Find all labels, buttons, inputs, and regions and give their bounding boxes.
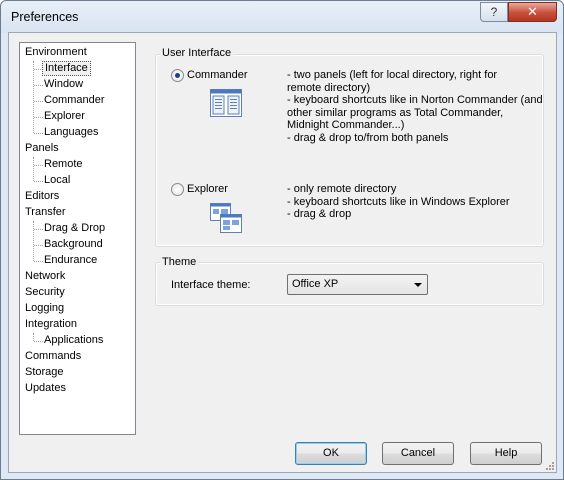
commander-description: - two panels (left for local directory, …: [287, 69, 543, 144]
interface-theme-label: Interface theme:: [171, 279, 251, 291]
tree-item-logging[interactable]: Logging: [23, 301, 66, 316]
description-line: - two panels (left for local directory, …: [287, 69, 498, 81]
tree-item-storage[interactable]: Storage: [23, 365, 66, 380]
window-title: Preferences: [11, 10, 79, 24]
tree-guide-line: [33, 157, 34, 181]
explorer-radio-label: Explorer: [187, 183, 228, 195]
description-line: - only remote directory: [287, 183, 397, 195]
tree-item-updates[interactable]: Updates: [23, 381, 68, 396]
description-line: Midnight Commander...): [287, 119, 405, 131]
commander-radio-label: Commander: [187, 69, 248, 81]
explorer-layout-icon: [210, 203, 242, 236]
ok-button[interactable]: OK: [295, 442, 367, 465]
tree-item-remote[interactable]: Remote: [42, 157, 85, 172]
chevron-down-icon: [414, 283, 422, 287]
description-line: - drag & drop: [287, 208, 352, 220]
interface-theme-dropdown[interactable]: Office XP: [287, 274, 428, 295]
tree-item-commander[interactable]: Commander: [42, 93, 107, 108]
description-line: other similar programs as Total Commande…: [287, 106, 504, 119]
cancel-button[interactable]: Cancel: [382, 442, 454, 465]
tree-guide-line: [33, 221, 34, 261]
tree-item-integration[interactable]: Integration: [23, 317, 79, 332]
tree-item-background[interactable]: Background: [42, 237, 105, 252]
tree-item-endurance[interactable]: Endurance: [42, 253, 99, 268]
explorer-description: - only remote directory - keyboard shortc…: [287, 183, 510, 221]
tree-item-local[interactable]: Local: [42, 173, 72, 188]
tree-item-security[interactable]: Security: [23, 285, 67, 300]
preferences-tree[interactable]: Environment Interface Window Commander Explo…: [19, 42, 136, 435]
dialog-client-area: Environment Interface Window Commander Explo…: [8, 32, 557, 473]
tree-item-interface[interactable]: Interface: [42, 61, 91, 76]
description-line: remote directory): [287, 81, 371, 94]
tree-item-transfer[interactable]: Transfer: [23, 205, 68, 220]
user-interface-group-label: User Interface: [160, 47, 234, 59]
description-line: - drag & drop to/from both panels: [287, 131, 449, 144]
commander-layout-icon: [210, 89, 242, 120]
close-icon: ✕: [527, 4, 538, 19]
help-button[interactable]: Help: [470, 442, 542, 465]
tree-item-drag-drop[interactable]: Drag & Drop: [42, 221, 107, 236]
tree-item-environment[interactable]: Environment: [23, 45, 89, 60]
explorer-radio[interactable]: [171, 183, 184, 196]
commander-radio-option[interactable]: Commander: [171, 68, 271, 84]
tree-item-commands[interactable]: Commands: [23, 349, 83, 364]
tree-item-applications[interactable]: Applications: [42, 333, 105, 348]
title-bar[interactable]: Preferences ? ✕: [1, 1, 563, 33]
description-line: - keyboard shortcuts like in Windows Exp…: [287, 195, 510, 208]
help-title-button[interactable]: ?: [480, 2, 508, 22]
tree-guide-line: [33, 61, 34, 133]
tree-item-network[interactable]: Network: [23, 269, 67, 284]
preferences-window: Preferences ? ✕ Environment Interface Wind…: [0, 0, 564, 480]
explorer-radio-option[interactable]: Explorer: [171, 182, 271, 198]
resize-grip-icon[interactable]: [544, 460, 554, 470]
tree-item-window[interactable]: Window: [42, 77, 85, 92]
theme-group-label: Theme: [160, 256, 199, 268]
tree-guide-line: [33, 333, 34, 341]
description-line: - keyboard shortcuts like in Norton Comm…: [287, 94, 543, 106]
tree-item-editors[interactable]: Editors: [23, 189, 61, 204]
close-window-button[interactable]: ✕: [508, 2, 557, 22]
interface-theme-value: Office XP: [292, 278, 339, 290]
tree-item-panels[interactable]: Panels: [23, 141, 61, 156]
question-mark-icon: ?: [490, 5, 498, 19]
tree-item-explorer[interactable]: Explorer: [42, 109, 87, 124]
commander-radio[interactable]: [171, 69, 184, 82]
tree-item-languages[interactable]: Languages: [42, 125, 100, 140]
